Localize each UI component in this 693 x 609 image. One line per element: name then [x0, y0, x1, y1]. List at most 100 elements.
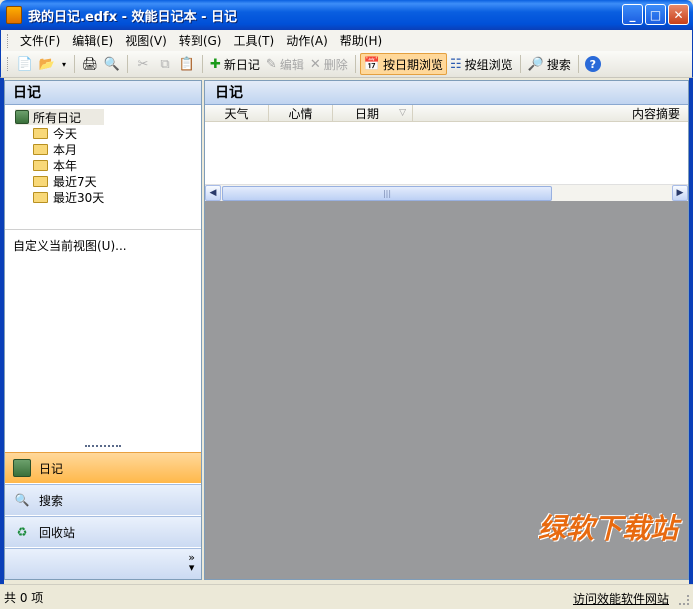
- menu-file[interactable]: 文件(F): [14, 32, 66, 49]
- horizontal-scrollbar[interactable]: ◀ ||| ▶: [205, 184, 688, 201]
- toolbar: 📄 📂 ▾ 🖨 🔍 ✂ ⧉ 📋 ✚ 新日记 ✎ 编辑 ✕ 删除 📅 按日期浏览 …: [0, 51, 693, 78]
- window-frame-right: [689, 78, 693, 609]
- diary-list[interactable]: [205, 122, 688, 184]
- browse-by-date-label: 按日期浏览: [382, 57, 443, 72]
- pencil-icon: ✎: [265, 56, 277, 72]
- copy-icon[interactable]: ⧉: [156, 55, 174, 73]
- nav-button-label: 搜索: [39, 493, 64, 508]
- title-bar[interactable]: 我的日记.edfx - 效能日记本 - 日记 _ □ ✕: [0, 0, 693, 30]
- plus-icon: ✚: [210, 56, 221, 72]
- window-title: 我的日记.edfx - 效能日记本 - 日记: [28, 9, 237, 25]
- column-mood[interactable]: 心情: [269, 105, 333, 121]
- minimize-button[interactable]: _: [622, 4, 643, 25]
- visit-website-link[interactable]: 访问效能软件网站: [573, 590, 669, 607]
- open-folder-icon[interactable]: 📂: [38, 55, 56, 73]
- content-pane: 日记 天气 心情 日期 ▽ 内容摘要 ◀ ||| ▶ 绿软下载站: [204, 80, 689, 580]
- folder-icon: [33, 127, 48, 139]
- delete-button[interactable]: ✕ 删除: [307, 53, 351, 75]
- edit-label: 编辑: [279, 57, 304, 72]
- tree-item-label: 最近7天: [53, 174, 97, 189]
- tree-item-this-year[interactable]: 本年: [33, 157, 104, 173]
- new-diary-button[interactable]: ✚ 新日记: [207, 53, 263, 75]
- diary-book-icon: [15, 110, 29, 124]
- sort-triangle-icon: ▽: [399, 108, 406, 118]
- tree-item-last-30-days[interactable]: 最近30天: [33, 189, 104, 205]
- customize-view-link[interactable]: 自定义当前视图(U)...: [13, 237, 127, 254]
- menu-tools[interactable]: 工具(T): [227, 32, 280, 49]
- diary-book-icon: [13, 459, 31, 477]
- toolbar-separator: [202, 55, 203, 73]
- dropdown-arrow-icon: ▾: [188, 561, 195, 574]
- delete-x-icon: ✕: [309, 56, 321, 72]
- list-column-headers: 天气 心情 日期 ▽ 内容摘要: [205, 105, 688, 122]
- new-file-icon[interactable]: 📄: [16, 55, 34, 73]
- toolbar-separator: [519, 55, 521, 73]
- watermark-text: 绿软下载站: [537, 512, 678, 545]
- recycle-bin-icon: ♻: [16, 525, 28, 539]
- tree-item-today[interactable]: 今天: [33, 125, 104, 141]
- close-button[interactable]: ✕: [668, 4, 689, 25]
- menu-bar: 文件(F) 编辑(E) 视图(V) 转到(G) 工具(T) 动作(A) 帮助(H…: [0, 30, 693, 51]
- menu-view[interactable]: 视图(V): [119, 32, 173, 49]
- tree-item-label: 所有日记: [33, 110, 82, 125]
- nav-button-recycle[interactable]: ♻ 回收站: [5, 516, 201, 547]
- nav-button-diary[interactable]: 日记: [5, 452, 201, 483]
- status-bar: 共 0 项 访问效能软件网站: [0, 584, 693, 609]
- folder-icon: [33, 175, 48, 187]
- browse-by-group-label: 按组浏览: [464, 57, 513, 72]
- magnifier-icon: 🔍: [14, 493, 30, 507]
- menu-edit[interactable]: 编辑(E): [66, 32, 119, 49]
- tree-item-label: 本年: [53, 158, 78, 173]
- cut-icon[interactable]: ✂: [134, 55, 152, 73]
- resize-grip-icon[interactable]: [679, 595, 689, 605]
- help-icon[interactable]: ?: [584, 56, 601, 72]
- dropdown-arrow-icon[interactable]: ▾: [60, 55, 68, 73]
- folder-icon: [33, 159, 48, 171]
- nav-overflow-bar: » ▾: [5, 548, 201, 579]
- column-date[interactable]: 日期 ▽: [333, 105, 413, 121]
- print-icon[interactable]: 🖨: [81, 55, 99, 73]
- app-icon: [6, 6, 22, 24]
- toolbar-grip[interactable]: [7, 57, 10, 71]
- new-diary-label: 新日记: [223, 57, 260, 72]
- tree-item-last-7-days[interactable]: 最近7天: [33, 173, 104, 189]
- toolbar-separator: [74, 55, 75, 73]
- tree-item-this-month[interactable]: 本月: [33, 141, 104, 157]
- edit-button[interactable]: ✎ 编辑: [263, 53, 307, 75]
- nav-config-button[interactable]: » ▾: [188, 552, 195, 574]
- browse-by-date-button[interactable]: 📅 按日期浏览: [359, 53, 447, 75]
- search-icon: 🔎: [527, 56, 544, 72]
- diary-tree: 所有日记 今天 本月 本年 最近7天 最近30天: [15, 109, 105, 205]
- tree-item-label: 本月: [53, 142, 78, 157]
- scroll-right-icon[interactable]: ▶: [672, 185, 688, 201]
- menu-actions[interactable]: 动作(A): [280, 32, 334, 49]
- scroll-thumb[interactable]: |||: [222, 185, 552, 201]
- maximize-button[interactable]: □: [645, 4, 666, 25]
- menu-goto[interactable]: 转到(G): [173, 32, 228, 49]
- nav-button-label: 日记: [39, 461, 64, 476]
- toolbar-separator: [354, 55, 356, 73]
- scroll-left-icon[interactable]: ◀: [205, 185, 221, 201]
- column-weather[interactable]: 天气: [205, 105, 269, 121]
- search-label: 搜索: [546, 57, 571, 72]
- menu-help[interactable]: 帮助(H): [334, 32, 388, 49]
- toolbar-separator: [127, 55, 128, 73]
- delete-label: 删除: [323, 57, 348, 72]
- search-button[interactable]: 🔎 搜索: [525, 53, 574, 75]
- toolbar-separator: [577, 55, 579, 73]
- tree-item-all-diaries[interactable]: 所有日记: [15, 109, 105, 125]
- column-summary[interactable]: 内容摘要: [413, 105, 688, 121]
- group-tree-icon: ☷: [449, 56, 462, 72]
- window-controls: _ □ ✕: [622, 4, 689, 25]
- tree-item-label: 最近30天: [53, 190, 105, 205]
- menu-grip[interactable]: [7, 33, 10, 48]
- browse-by-group-button[interactable]: ☷ 按组浏览: [447, 53, 516, 75]
- column-label: 日期: [355, 106, 380, 121]
- nav-button-label: 回收站: [39, 525, 76, 540]
- item-count: 共 0 项: [4, 590, 44, 605]
- pane-splitter[interactable]: [85, 445, 121, 448]
- paste-icon[interactable]: 📋: [178, 55, 196, 73]
- nav-button-search[interactable]: 🔍 搜索: [5, 484, 201, 515]
- calendar-icon: 📅: [363, 56, 380, 72]
- print-preview-icon[interactable]: 🔍: [103, 55, 121, 73]
